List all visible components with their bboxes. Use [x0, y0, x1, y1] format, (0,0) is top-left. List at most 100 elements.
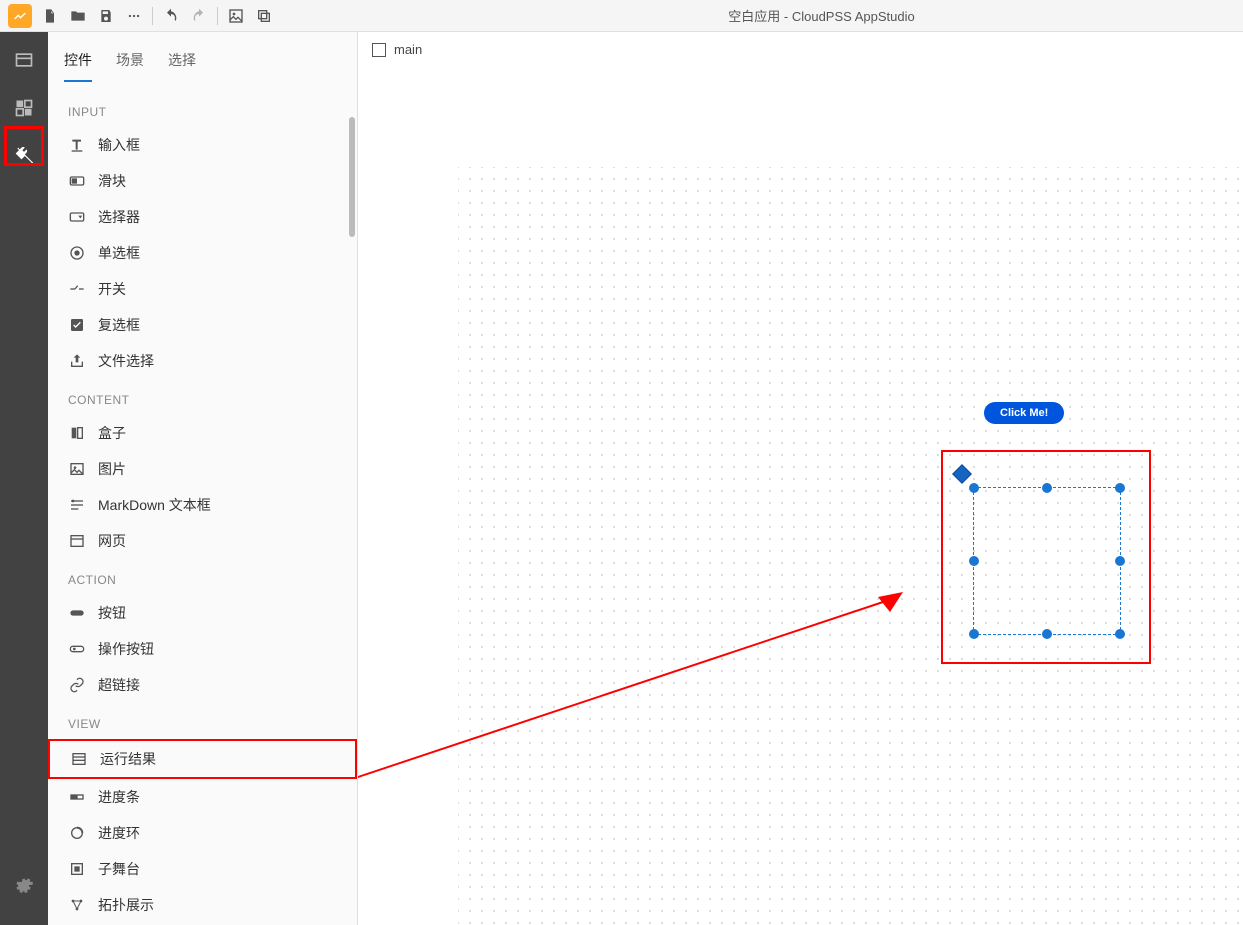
item-switch[interactable]: 开关 — [48, 271, 357, 307]
settings-gear-icon[interactable] — [6, 867, 42, 903]
item-link[interactable]: 超链接 — [48, 667, 357, 703]
item-button[interactable]: 按钮 — [48, 595, 357, 631]
item-label: 选择器 — [98, 207, 140, 227]
resize-handle-tl[interactable] — [969, 483, 979, 493]
item-select[interactable]: 选择器 — [48, 199, 357, 235]
more-icon[interactable] — [120, 0, 148, 32]
scrollbar-thumb[interactable] — [349, 117, 355, 237]
image-tool-icon[interactable] — [222, 0, 250, 32]
item-slider[interactable]: 滑块 — [48, 163, 357, 199]
tab-rect-icon — [372, 43, 386, 57]
canvas-tab-label: main — [394, 42, 422, 57]
topology-icon — [68, 896, 86, 914]
button-icon — [68, 604, 86, 622]
item-label: 开关 — [98, 279, 126, 299]
rail-panel-icon[interactable] — [6, 42, 42, 78]
item-label: MarkDown 文本框 — [98, 495, 211, 515]
top-toolbar: 空白应用 - CloudPSS AppStudio — [0, 0, 1243, 32]
progress-bar-icon — [68, 788, 86, 806]
tab-select[interactable]: 选择 — [168, 44, 196, 82]
item-action-button[interactable]: 操作按钮 — [48, 631, 357, 667]
select-icon — [68, 208, 86, 226]
item-label: 盒子 — [98, 423, 126, 443]
canvas-tab-main[interactable]: main — [372, 42, 422, 57]
sidebar-scroll[interactable]: INPUT 输入框 滑块 选择器 单选框 开关 复选框 文件选择 CONTENT… — [48, 83, 357, 925]
sidebar-panel: 控件 场景 选择 INPUT 输入框 滑块 选择器 单选框 开关 复选框 文件选… — [48, 32, 358, 925]
resize-handle-bm[interactable] — [1042, 629, 1052, 639]
item-label: 进度条 — [98, 787, 140, 807]
item-label: 文件选择 — [98, 351, 154, 371]
activity-rail — [0, 32, 48, 925]
sidebar-tabs: 控件 场景 选择 — [48, 32, 357, 83]
image-icon — [68, 460, 86, 478]
undo-icon[interactable] — [157, 0, 185, 32]
resize-handle-tm[interactable] — [1042, 483, 1052, 493]
item-radio[interactable]: 单选框 — [48, 235, 357, 271]
layers-tool-icon[interactable] — [250, 0, 278, 32]
item-checkbox[interactable]: 复选框 — [48, 307, 357, 343]
item-label: 按钮 — [98, 603, 126, 623]
canvas-area: main Click Me! — [358, 32, 1243, 925]
redo-icon[interactable] — [185, 0, 213, 32]
rotate-handle[interactable] — [952, 464, 972, 484]
action-button-icon — [68, 640, 86, 658]
tab-controls[interactable]: 控件 — [64, 44, 92, 82]
item-image[interactable]: 图片 — [48, 451, 357, 487]
separator — [152, 7, 153, 25]
section-action: ACTION — [48, 559, 357, 595]
section-content: CONTENT — [48, 379, 357, 415]
item-label: 输入框 — [98, 135, 140, 155]
markdown-icon — [68, 496, 86, 514]
item-label: 子舞台 — [98, 859, 140, 879]
resize-handle-bl[interactable] — [969, 629, 979, 639]
section-view: VIEW — [48, 703, 357, 739]
item-label: 操作按钮 — [98, 639, 154, 659]
section-input: INPUT — [48, 91, 357, 127]
item-topology[interactable]: 拓扑展示 — [48, 887, 357, 923]
canvas-tabs: main — [358, 32, 1243, 67]
open-folder-icon[interactable] — [64, 0, 92, 32]
item-file-picker[interactable]: 文件选择 — [48, 343, 357, 379]
checkbox-icon — [68, 316, 86, 334]
canvas-click-button[interactable]: Click Me! — [984, 402, 1064, 424]
webpage-icon — [68, 532, 86, 550]
app-logo — [8, 4, 32, 28]
app-title: 空白应用 - CloudPSS AppStudio — [728, 6, 914, 25]
resize-handle-ml[interactable] — [969, 556, 979, 566]
item-label: 滑块 — [98, 171, 126, 191]
link-icon — [68, 676, 86, 694]
slider-icon — [68, 172, 86, 190]
tab-scenes[interactable]: 场景 — [116, 44, 144, 82]
radio-icon — [68, 244, 86, 262]
item-run-result[interactable]: 运行结果 — [48, 739, 357, 779]
item-label: 图片 — [98, 459, 126, 479]
item-label: 复选框 — [98, 315, 140, 335]
item-label: 进度环 — [98, 823, 140, 843]
file-upload-icon — [68, 352, 86, 370]
item-progress-ring[interactable]: 进度环 — [48, 815, 357, 851]
item-label: 运行结果 — [100, 749, 156, 769]
separator — [217, 7, 218, 25]
resize-handle-br[interactable] — [1115, 629, 1125, 639]
rail-tools-icon[interactable] — [6, 138, 42, 174]
text-input-icon — [68, 136, 86, 154]
item-label: 超链接 — [98, 675, 140, 695]
item-box[interactable]: 盒子 — [48, 415, 357, 451]
item-input-text[interactable]: 输入框 — [48, 127, 357, 163]
result-icon — [70, 750, 88, 768]
item-label: 拓扑展示 — [98, 895, 154, 915]
item-progress-bar[interactable]: 进度条 — [48, 779, 357, 815]
item-webpage[interactable]: 网页 — [48, 523, 357, 559]
switch-icon — [68, 280, 86, 298]
resize-handle-mr[interactable] — [1115, 556, 1125, 566]
progress-ring-icon — [68, 824, 86, 842]
new-file-icon[interactable] — [36, 0, 64, 32]
substage-icon — [68, 860, 86, 878]
selection-highlight-annotation — [941, 450, 1151, 664]
selected-component[interactable] — [973, 487, 1121, 635]
save-icon[interactable] — [92, 0, 120, 32]
resize-handle-tr[interactable] — [1115, 483, 1125, 493]
item-substage[interactable]: 子舞台 — [48, 851, 357, 887]
rail-components-icon[interactable] — [6, 90, 42, 126]
item-markdown[interactable]: MarkDown 文本框 — [48, 487, 357, 523]
